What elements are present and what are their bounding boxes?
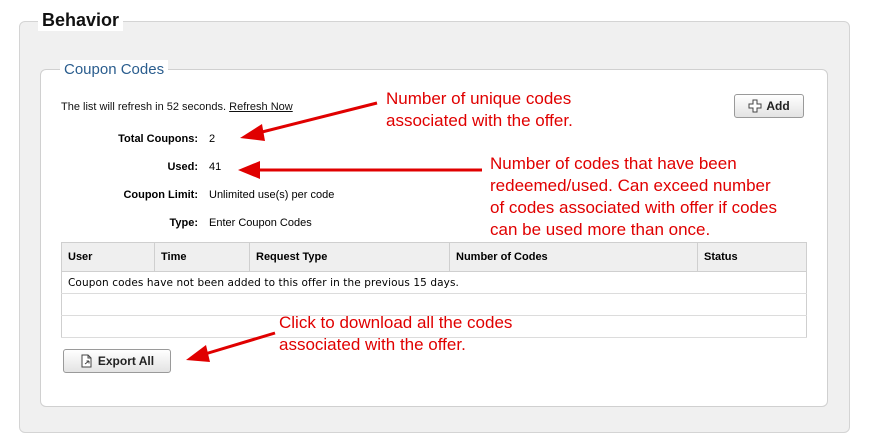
arrowhead-download bbox=[186, 345, 210, 362]
annotation-arrows bbox=[186, 101, 482, 362]
arrow-download bbox=[204, 331, 276, 356]
arrow-unique-codes bbox=[257, 101, 378, 135]
arrowhead-redeemed bbox=[238, 161, 260, 179]
arrowhead-unique-codes bbox=[240, 124, 265, 141]
